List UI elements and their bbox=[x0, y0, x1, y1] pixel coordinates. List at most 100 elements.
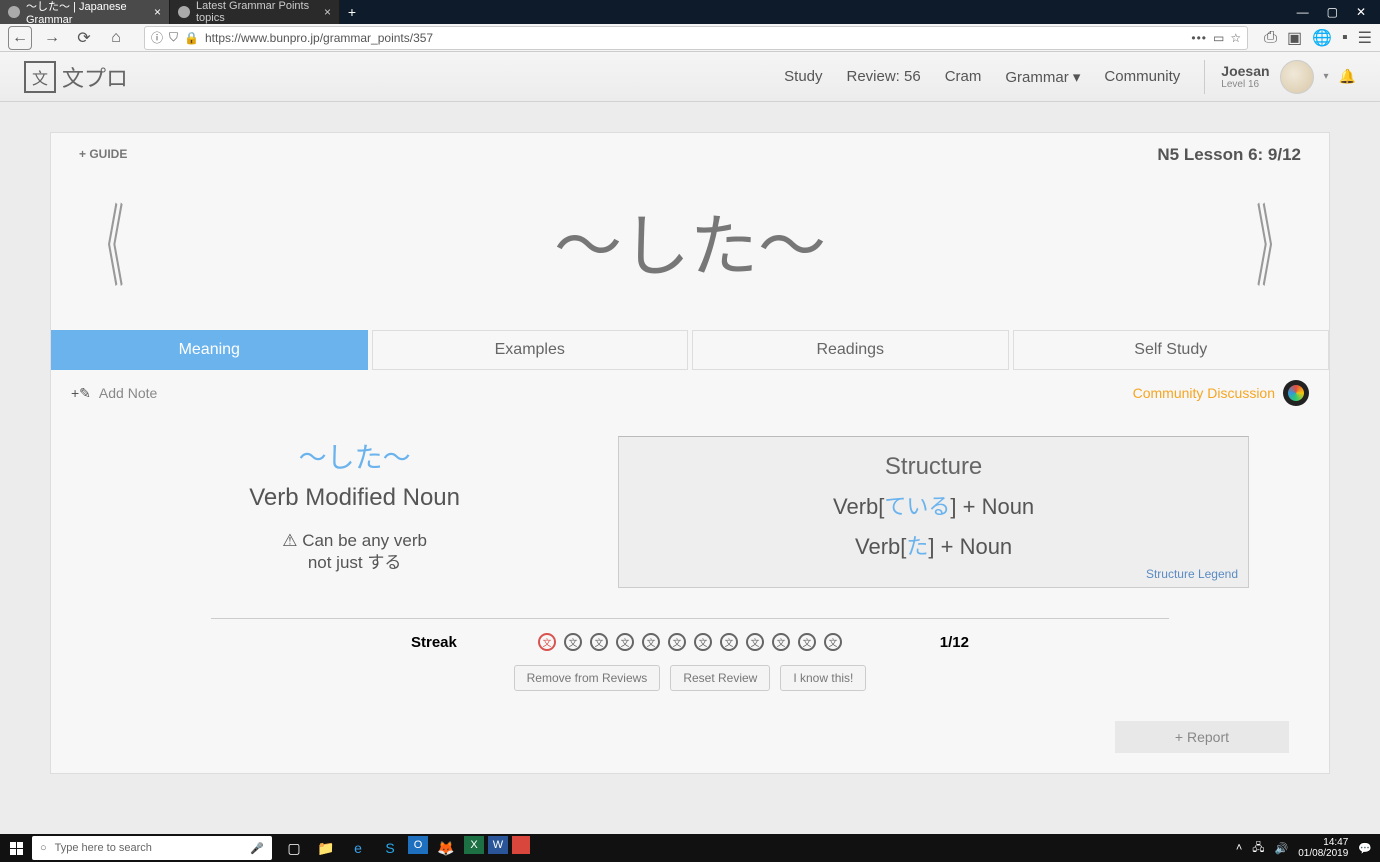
report-row: + Report bbox=[51, 711, 1329, 773]
back-button[interactable]: ← bbox=[8, 26, 32, 50]
extension-icon[interactable]: 🌐 bbox=[1312, 28, 1332, 48]
excel-icon[interactable]: X bbox=[464, 836, 484, 854]
streak-dot: 文 bbox=[798, 633, 816, 651]
tab-meaning[interactable]: Meaning bbox=[51, 330, 368, 370]
firefox-icon[interactable]: 🦊 bbox=[432, 836, 460, 860]
minimize-button[interactable]: — bbox=[1297, 5, 1309, 19]
add-note-button[interactable]: Add Note bbox=[99, 385, 157, 401]
new-tab-button[interactable]: + bbox=[340, 0, 364, 24]
info-icon[interactable]: ⓘ bbox=[151, 29, 163, 46]
streak-label: Streak bbox=[411, 634, 457, 651]
grammar-kana: 〜した〜 bbox=[131, 436, 578, 476]
reader-icon[interactable]: ▭ bbox=[1213, 31, 1224, 45]
browser-tab-active[interactable]: 〜した〜 | Japanese Grammar × bbox=[0, 0, 170, 24]
community-discussion-link[interactable]: Community Discussion bbox=[1133, 380, 1309, 406]
logo-mark-icon: 文 bbox=[24, 61, 56, 93]
lesson-label: N5 Lesson 6: 9/12 bbox=[1157, 145, 1301, 165]
maximize-button[interactable]: ▢ bbox=[1327, 5, 1338, 19]
grammar-note: ⚠ Can be any verb not just する bbox=[131, 530, 578, 574]
tab-examples[interactable]: Examples bbox=[372, 330, 689, 370]
prev-grammar-button[interactable]: 《 bbox=[90, 176, 124, 306]
tab-close-icon[interactable]: × bbox=[324, 5, 331, 19]
ie-icon[interactable]: e bbox=[344, 836, 372, 860]
skype-icon[interactable]: S bbox=[376, 836, 404, 860]
tab-selfstudy[interactable]: Self Study bbox=[1013, 330, 1330, 370]
structure-line-2: Verb[た] + Noun bbox=[639, 529, 1228, 561]
forward-button[interactable]: → bbox=[40, 26, 64, 50]
streak-dot: 文 bbox=[720, 633, 738, 651]
tab-title: Latest Grammar Points topics bbox=[196, 0, 314, 24]
report-button[interactable]: + Report bbox=[1115, 721, 1289, 753]
tray-chevron-icon[interactable]: ˄ bbox=[1236, 842, 1242, 854]
app-icon[interactable] bbox=[512, 836, 530, 854]
streak-dot: 文 bbox=[590, 633, 608, 651]
streak-row: Streak 文 文 文 文 文 文 文 文 文 文 文 文 1/12 bbox=[51, 619, 1329, 657]
site-logo[interactable]: 文 文プロ bbox=[24, 61, 128, 93]
bookmark-icon[interactable]: ☆ bbox=[1230, 31, 1241, 45]
avatar[interactable] bbox=[1280, 60, 1314, 94]
sidebar-icon[interactable]: ▣ bbox=[1287, 28, 1302, 48]
notifications-icon[interactable]: 🔔 bbox=[1339, 68, 1356, 85]
meaning-content: 〜した〜 Verb Modified Noun ⚠ Can be any ver… bbox=[51, 416, 1329, 598]
streak-dot: 文 bbox=[746, 633, 764, 651]
streak-dot-active: 文 bbox=[538, 633, 556, 651]
grammar-english: Verb Modified Noun bbox=[131, 484, 578, 512]
tab-favicon-icon bbox=[8, 6, 20, 18]
nav-grammar[interactable]: Grammar ▾ bbox=[1005, 68, 1080, 86]
home-button[interactable]: ⌂ bbox=[104, 26, 128, 50]
streak-dot: 文 bbox=[642, 633, 660, 651]
url-text: https://www.bunpro.jp/grammar_points/357 bbox=[205, 31, 1185, 45]
add-note-icon[interactable]: +✎ bbox=[71, 385, 91, 402]
chevron-down-icon[interactable]: ▾ bbox=[1324, 71, 1329, 82]
start-button[interactable] bbox=[0, 842, 32, 855]
grammar-title: 〜した〜 bbox=[554, 191, 826, 290]
word-icon[interactable]: W bbox=[488, 836, 508, 854]
reload-button[interactable]: ⟳ bbox=[72, 26, 96, 50]
hero: + GUIDE N5 Lesson 6: 9/12 《 〜した〜 》 bbox=[51, 133, 1329, 330]
tray-notifications-icon[interactable]: 💬 bbox=[1358, 842, 1372, 855]
browser-tab[interactable]: Latest Grammar Points topics × bbox=[170, 0, 340, 24]
tab-close-icon[interactable]: × bbox=[154, 5, 161, 19]
library-icon[interactable]: ⎙ bbox=[1264, 29, 1277, 47]
next-grammar-button[interactable]: 》 bbox=[1256, 176, 1290, 306]
url-bar[interactable]: ⓘ ⛉ 🔒 https://www.bunpro.jp/grammar_poin… bbox=[144, 26, 1248, 50]
outlook-icon[interactable]: O bbox=[408, 836, 428, 854]
nav-review[interactable]: Review: 56 bbox=[847, 68, 921, 85]
discussion-icon bbox=[1283, 380, 1309, 406]
streak-dot: 文 bbox=[772, 633, 790, 651]
shield-icon[interactable]: ⛉ bbox=[169, 30, 178, 45]
file-explorer-icon[interactable]: 📁 bbox=[312, 836, 340, 860]
windows-taskbar: ○ Type here to search 🎤 ▢ 📁 e S O 🦊 X W … bbox=[0, 834, 1380, 862]
site-header: 文 文プロ Study Review: 56 Cram Grammar ▾ Co… bbox=[0, 52, 1380, 102]
taskbar-search[interactable]: ○ Type here to search 🎤 bbox=[32, 836, 272, 860]
cortana-mic-icon[interactable]: 🎤 bbox=[250, 842, 264, 855]
extension-icon[interactable]: ▪ bbox=[1342, 29, 1348, 47]
tab-readings[interactable]: Readings bbox=[692, 330, 1009, 370]
close-button[interactable]: ✕ bbox=[1356, 5, 1366, 19]
review-buttons: Remove from Reviews Reset Review I know … bbox=[51, 657, 1329, 711]
structure-legend-link[interactable]: Structure Legend bbox=[1146, 567, 1238, 581]
tray-date: 01/08/2019 bbox=[1298, 848, 1348, 859]
menu-icon[interactable]: ☰ bbox=[1358, 28, 1372, 48]
remove-from-reviews-button[interactable]: Remove from Reviews bbox=[514, 665, 661, 691]
nav-study[interactable]: Study bbox=[784, 68, 822, 85]
i-know-this-button[interactable]: I know this! bbox=[780, 665, 866, 691]
tray-volume-icon[interactable]: 🔊 bbox=[1275, 842, 1289, 855]
url-actions-icon[interactable]: ••• bbox=[1191, 31, 1207, 45]
structure-box: Structure Verb[ている] + Noun Verb[た] + Nou… bbox=[618, 436, 1249, 588]
streak-dot: 文 bbox=[694, 633, 712, 651]
note-line-2: not just する bbox=[131, 552, 578, 574]
chevron-down-icon: ▾ bbox=[1073, 69, 1081, 86]
guide-toggle[interactable]: + GUIDE bbox=[79, 147, 1301, 161]
lock-icon: 🔒 bbox=[184, 31, 199, 45]
search-placeholder: Type here to search bbox=[55, 842, 152, 854]
nav-community[interactable]: Community bbox=[1104, 68, 1180, 85]
tray-clock[interactable]: 14:47 01/08/2019 bbox=[1298, 837, 1348, 859]
logo-text: 文プロ bbox=[62, 61, 128, 93]
search-icon: ○ bbox=[40, 842, 47, 854]
tray-network-icon[interactable]: 🖧 bbox=[1252, 839, 1264, 858]
nav-cram[interactable]: Cram bbox=[945, 68, 982, 85]
user-section[interactable]: Joesan Level 16 ▾ 🔔 bbox=[1204, 60, 1356, 94]
reset-review-button[interactable]: Reset Review bbox=[670, 665, 770, 691]
task-view-icon[interactable]: ▢ bbox=[280, 836, 308, 860]
